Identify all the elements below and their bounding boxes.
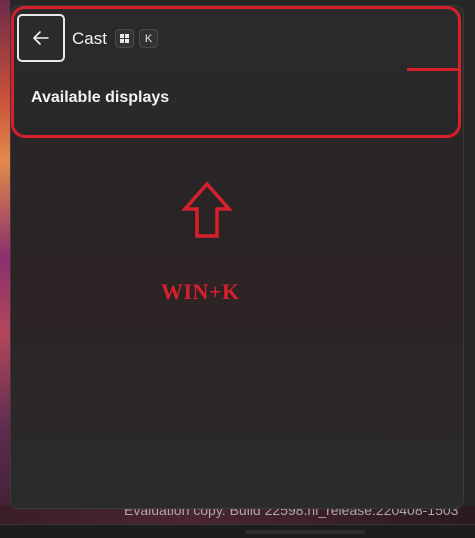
shortcut-annotation-label: WIN+K [161,279,240,304]
taskbar-item[interactable] [245,530,365,534]
header-highlight-annotation [11,6,461,138]
taskbar [0,524,475,538]
up-arrow-icon [182,181,232,238]
